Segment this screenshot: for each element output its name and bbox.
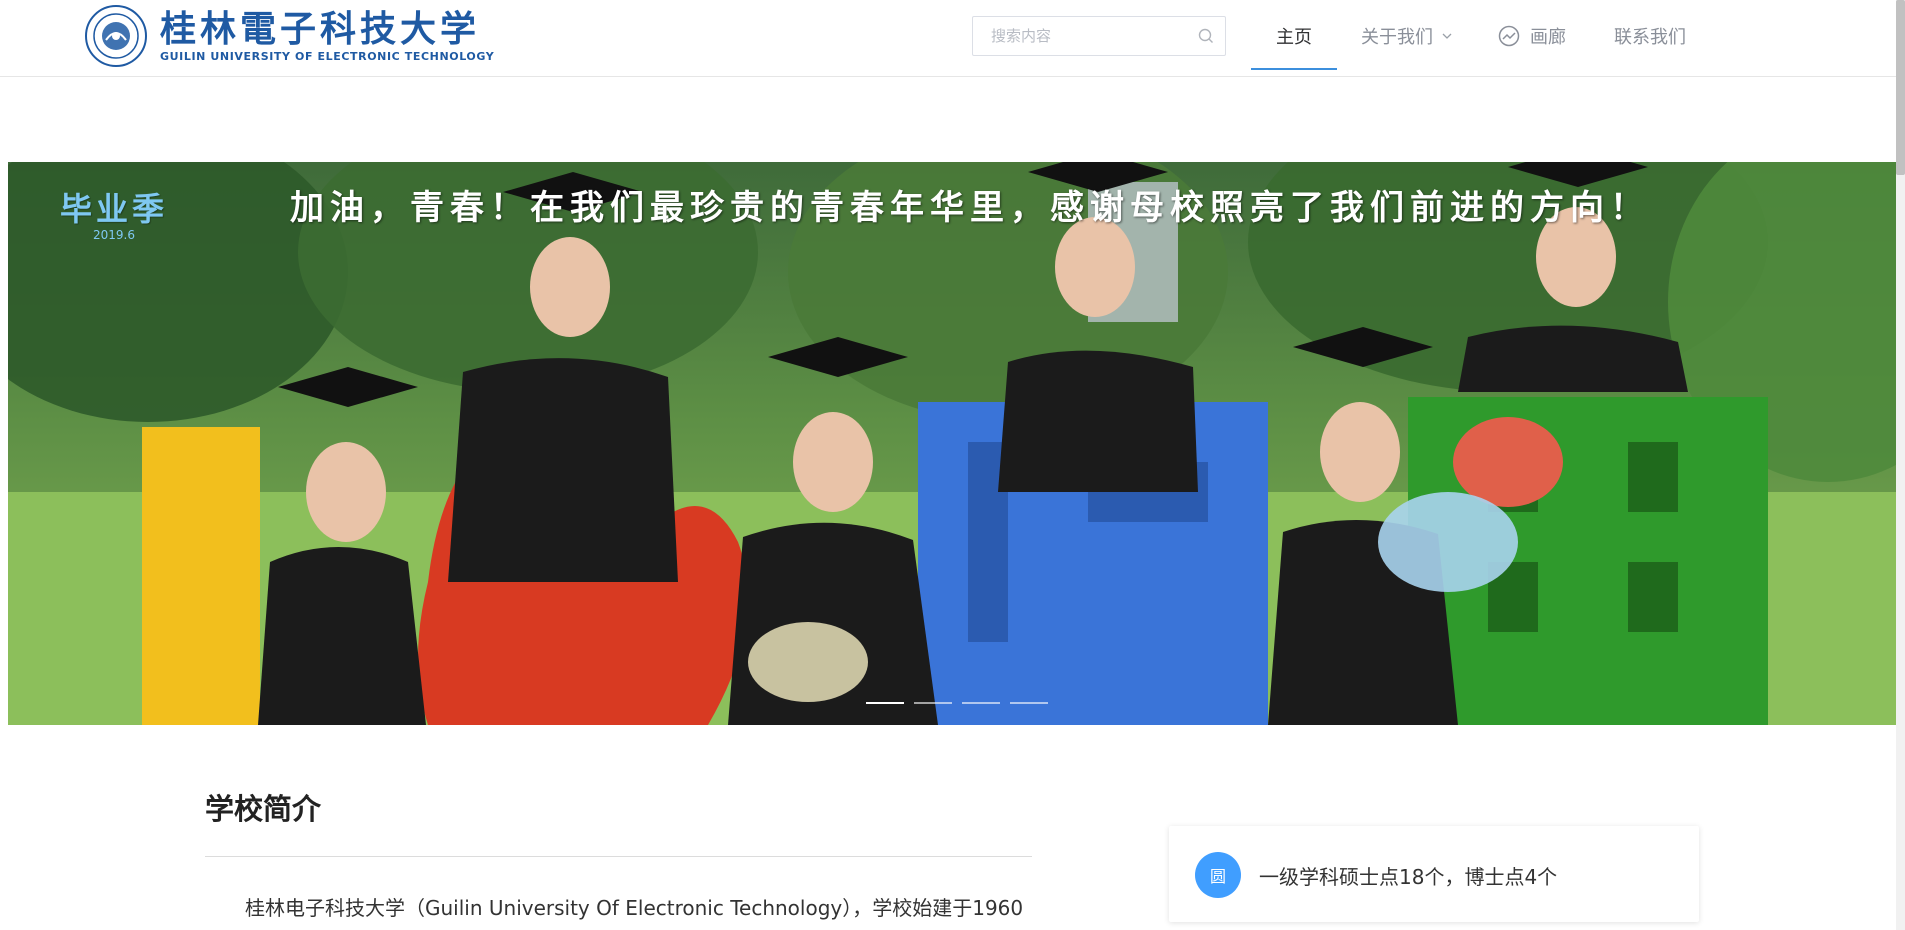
chevron-down-icon bbox=[1442, 33, 1452, 39]
intro-divider bbox=[205, 856, 1032, 857]
nav-gallery[interactable]: 画廊 bbox=[1498, 0, 1566, 72]
carousel-dot-2[interactable] bbox=[914, 702, 952, 704]
nav-about[interactable]: 关于我们 bbox=[1361, 0, 1453, 72]
graduation-season-badge: 毕业季 2019.6 bbox=[60, 184, 168, 242]
university-seal-icon bbox=[85, 5, 147, 67]
logo-chinese-name: 桂林電子科技大学 bbox=[160, 8, 481, 50]
stat-badge-icon: 圆 bbox=[1195, 852, 1241, 898]
nav-active-indicator bbox=[1251, 68, 1337, 70]
badge-text: 毕业季 bbox=[60, 190, 169, 228]
intro-paragraph: 桂林电子科技大学（Guilin University Of Electronic… bbox=[245, 896, 1024, 920]
page-scrollbar[interactable] bbox=[1896, 0, 1905, 930]
scrollbar-thumb[interactable] bbox=[1896, 0, 1905, 175]
nav-gallery-label: 画廊 bbox=[1530, 27, 1566, 48]
carousel-indicators bbox=[866, 702, 1048, 704]
search-box bbox=[972, 16, 1226, 56]
top-header: 桂林電子科技大学 GUILIN UNIVERSITY OF ELECTRONIC… bbox=[0, 0, 1905, 77]
logo-english-name: GUILIN UNIVERSITY OF ELECTRONIC TECHNOLO… bbox=[160, 50, 495, 63]
badge-date: 2019.6 bbox=[93, 228, 135, 242]
carousel-dot-4[interactable] bbox=[1010, 702, 1048, 704]
search-input[interactable] bbox=[973, 17, 1193, 55]
nav-home[interactable]: 主页 bbox=[1276, 0, 1312, 72]
nav-contact-label: 联系我们 bbox=[1614, 27, 1686, 48]
nav-home-label: 主页 bbox=[1276, 27, 1312, 48]
university-logo[interactable]: 桂林電子科技大学 GUILIN UNIVERSITY OF ELECTRONIC… bbox=[84, 5, 494, 67]
search-icon[interactable] bbox=[1197, 27, 1215, 45]
banner-photo bbox=[8, 162, 1897, 725]
stat-text: 一级学科硕士点18个，博士点4个 bbox=[1259, 865, 1558, 889]
intro-heading: 学校简介 bbox=[205, 792, 322, 826]
carousel-dot-3[interactable] bbox=[962, 702, 1000, 704]
gallery-icon bbox=[1498, 25, 1520, 47]
stat-card: 圆 一级学科硕士点18个，博士点4个 bbox=[1169, 826, 1699, 922]
banner-slogan: 加油，青春！在我们最珍贵的青春年华里，感谢母校照亮了我们前进的方向！ bbox=[290, 188, 1650, 228]
page: 桂林電子科技大学 GUILIN UNIVERSITY OF ELECTRONIC… bbox=[0, 0, 1905, 930]
nav-about-label: 关于我们 bbox=[1361, 27, 1433, 48]
carousel-dot-1[interactable] bbox=[866, 702, 904, 704]
hero-banner[interactable]: 毕业季 2019.6 加油，青春！在我们最珍贵的青春年华里，感谢母校照亮了我们前… bbox=[8, 162, 1897, 725]
nav-contact[interactable]: 联系我们 bbox=[1614, 0, 1686, 72]
